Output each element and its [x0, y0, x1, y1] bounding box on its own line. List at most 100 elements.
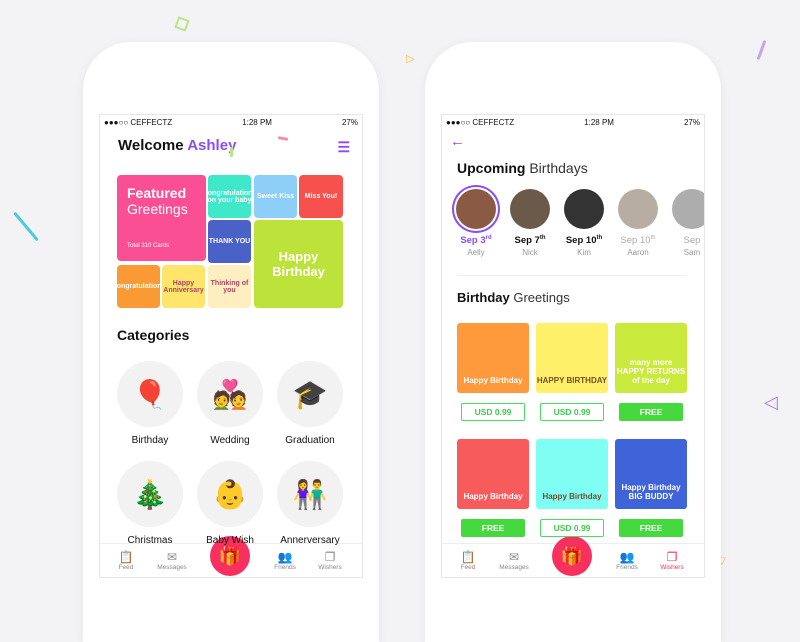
categories-title: Categories: [117, 327, 190, 343]
birthday-date: Sep 10th: [620, 235, 656, 247]
category-label: Baby Wish: [206, 535, 254, 546]
birthdays-screen: ●●●○○ CEFFECTZ 1:28 PM 27% ← Upcoming Bi…: [441, 114, 705, 578]
card-tile[interactable]: Thinking of you: [208, 265, 251, 308]
category-item[interactable]: 👫 Annerversary: [277, 461, 343, 546]
welcome-text: Welcome: [118, 137, 184, 154]
price-button[interactable]: FREE: [619, 403, 683, 421]
birthday-person[interactable]: Sep 3rd Aelly: [454, 189, 498, 257]
card-tile[interactable]: THANK YOU: [208, 220, 251, 263]
tab-label: Messages: [499, 564, 529, 571]
card-tile[interactable]: Miss You!: [299, 175, 343, 218]
birthday-date: Sep 10th: [565, 235, 603, 247]
status-bar: ●●●○○ CEFFECTZ 1:28 PM 27%: [104, 118, 358, 130]
category-icon: 🎈: [117, 361, 183, 427]
tab-icon: ✉: [508, 550, 520, 564]
category-label: Graduation: [285, 435, 335, 446]
birthday-date: Sep 3rd: [460, 235, 492, 247]
avatar: [510, 189, 550, 229]
home-screen: ●●●○○ CEFFECTZ 1:28 PM 27% Welcome Ashle…: [99, 114, 363, 578]
category-icon: 🎄: [117, 461, 183, 527]
card-tile[interactable]: Sweet Kiss: [254, 175, 297, 218]
price-button[interactable]: USD 0.99: [461, 403, 525, 421]
category-label: Birthday: [131, 435, 169, 446]
menu-icon[interactable]: ☰: [337, 139, 350, 156]
tab-feed[interactable]: 📋 Feed: [106, 550, 146, 571]
tab-label: Wishers: [318, 564, 342, 571]
tab-friends[interactable]: 👥 Friends: [265, 550, 305, 571]
gift-icon: 🎁: [560, 545, 584, 566]
category-item[interactable]: 💑 Wedding: [197, 361, 263, 446]
category-item[interactable]: 🎄 Christmas: [117, 461, 183, 546]
tab-messages[interactable]: ✉ Messages: [152, 550, 192, 571]
person-name: Aaron: [627, 248, 649, 258]
title-rest: Greetings: [513, 290, 570, 305]
price-button[interactable]: USD 0.99: [540, 519, 604, 537]
confetti: [756, 40, 767, 60]
birthday-person[interactable]: Sep 10th Kim: [562, 189, 606, 257]
greeting-card[interactable]: Happy Birthday: [536, 439, 608, 509]
avatar: [456, 189, 496, 229]
tab-icon: 👥: [277, 550, 293, 564]
avatar: [564, 189, 604, 229]
gift-button[interactable]: 🎁: [552, 536, 592, 576]
tab-label: Messages: [157, 564, 187, 571]
carrier: ●●●○○ CEFFECTZ: [104, 118, 173, 127]
birthday-person[interactable]: Sep Sam: [670, 189, 704, 258]
card-tile[interactable]: Congratulations: [117, 265, 160, 308]
tab-feed[interactable]: 📋 Feed: [448, 550, 488, 571]
card-tile[interactable]: Congratulations on your baby: [208, 175, 251, 218]
tab-icon: ❐: [324, 550, 336, 564]
status-bar: ●●●○○ CEFFECTZ 1:28 PM 27%: [446, 118, 700, 130]
category-item[interactable]: 👶 Baby Wish: [197, 461, 263, 546]
person-name: Kim: [577, 248, 591, 258]
category-icon: 👶: [197, 461, 263, 527]
featured-greetings-tile[interactable]: Featured Greetings Total 310 Cards: [117, 175, 206, 261]
tab-bar: 📋 Feed ✉ Messages 👥 Friends ❐ Wishers 🎁: [100, 536, 362, 577]
price-button[interactable]: USD 0.99: [540, 403, 604, 421]
tab-bar: 📋 Feed ✉ Messages 👥 Friends ❐ Wishers 🎁: [442, 536, 704, 577]
birthday-date: Sep 7th: [514, 235, 546, 247]
tab-label: Feed: [460, 564, 476, 571]
phone-home: ●●●○○ CEFFECTZ 1:28 PM 27% Welcome Ashle…: [83, 42, 379, 642]
card-tile[interactable]: Happy Birthday: [254, 220, 343, 308]
greeting-card[interactable]: Happy Birthday: [457, 323, 529, 393]
phone-birthdays: ●●●○○ CEFFECTZ 1:28 PM 27% ← Upcoming Bi…: [425, 42, 721, 642]
category-label: Wedding: [210, 435, 250, 446]
confetti: [13, 211, 39, 242]
back-arrow-icon[interactable]: ←: [450, 133, 465, 150]
tab-wishers[interactable]: ❐ Wishers: [652, 550, 692, 571]
tab-icon: ✉: [166, 550, 178, 564]
birthday-greetings-title: Birthday Greetings: [457, 290, 570, 305]
person-name: Sam: [683, 248, 701, 258]
person-name: Nick: [522, 248, 538, 258]
confetti: ▷: [406, 53, 415, 65]
category-icon: 💑: [197, 361, 263, 427]
divider: [457, 275, 687, 276]
avatar: [618, 189, 658, 229]
tab-messages[interactable]: ✉ Messages: [494, 550, 534, 571]
featured-title: Featured: [127, 185, 187, 201]
category-item[interactable]: 🎓 Graduation: [277, 361, 343, 446]
tab-icon: 📋: [460, 550, 476, 564]
greeting-card[interactable]: Happy Birthday BIG BUDDY: [615, 439, 687, 509]
category-item[interactable]: 🎈 Birthday: [117, 361, 183, 446]
price-button[interactable]: FREE: [461, 519, 525, 537]
confetti: [174, 16, 190, 32]
birthday-person[interactable]: Sep 10th Aaron: [616, 189, 660, 257]
greeting-card[interactable]: Happy Birthday: [457, 439, 529, 509]
tab-label: Feed: [118, 564, 134, 571]
tab-icon: 📋: [118, 550, 134, 564]
tab-icon: ❐: [666, 550, 678, 564]
avatar: [672, 189, 704, 229]
category-label: Annerversary: [280, 535, 340, 546]
category-icon: 🎓: [277, 361, 343, 427]
title-rest: Birthdays: [529, 160, 588, 176]
tab-friends[interactable]: 👥 Friends: [607, 550, 647, 571]
price-button[interactable]: FREE: [619, 519, 683, 537]
tab-wishers[interactable]: ❐ Wishers: [310, 550, 350, 571]
greeting-card[interactable]: HAPPY BIRTHDAY: [536, 323, 608, 393]
time: 1:28 PM: [242, 118, 272, 127]
card-tile[interactable]: Happy Anniversary: [162, 265, 205, 308]
birthday-person[interactable]: Sep 7th Nick: [508, 189, 552, 257]
greeting-card[interactable]: many more HAPPY RETURNS of the day: [615, 323, 687, 393]
